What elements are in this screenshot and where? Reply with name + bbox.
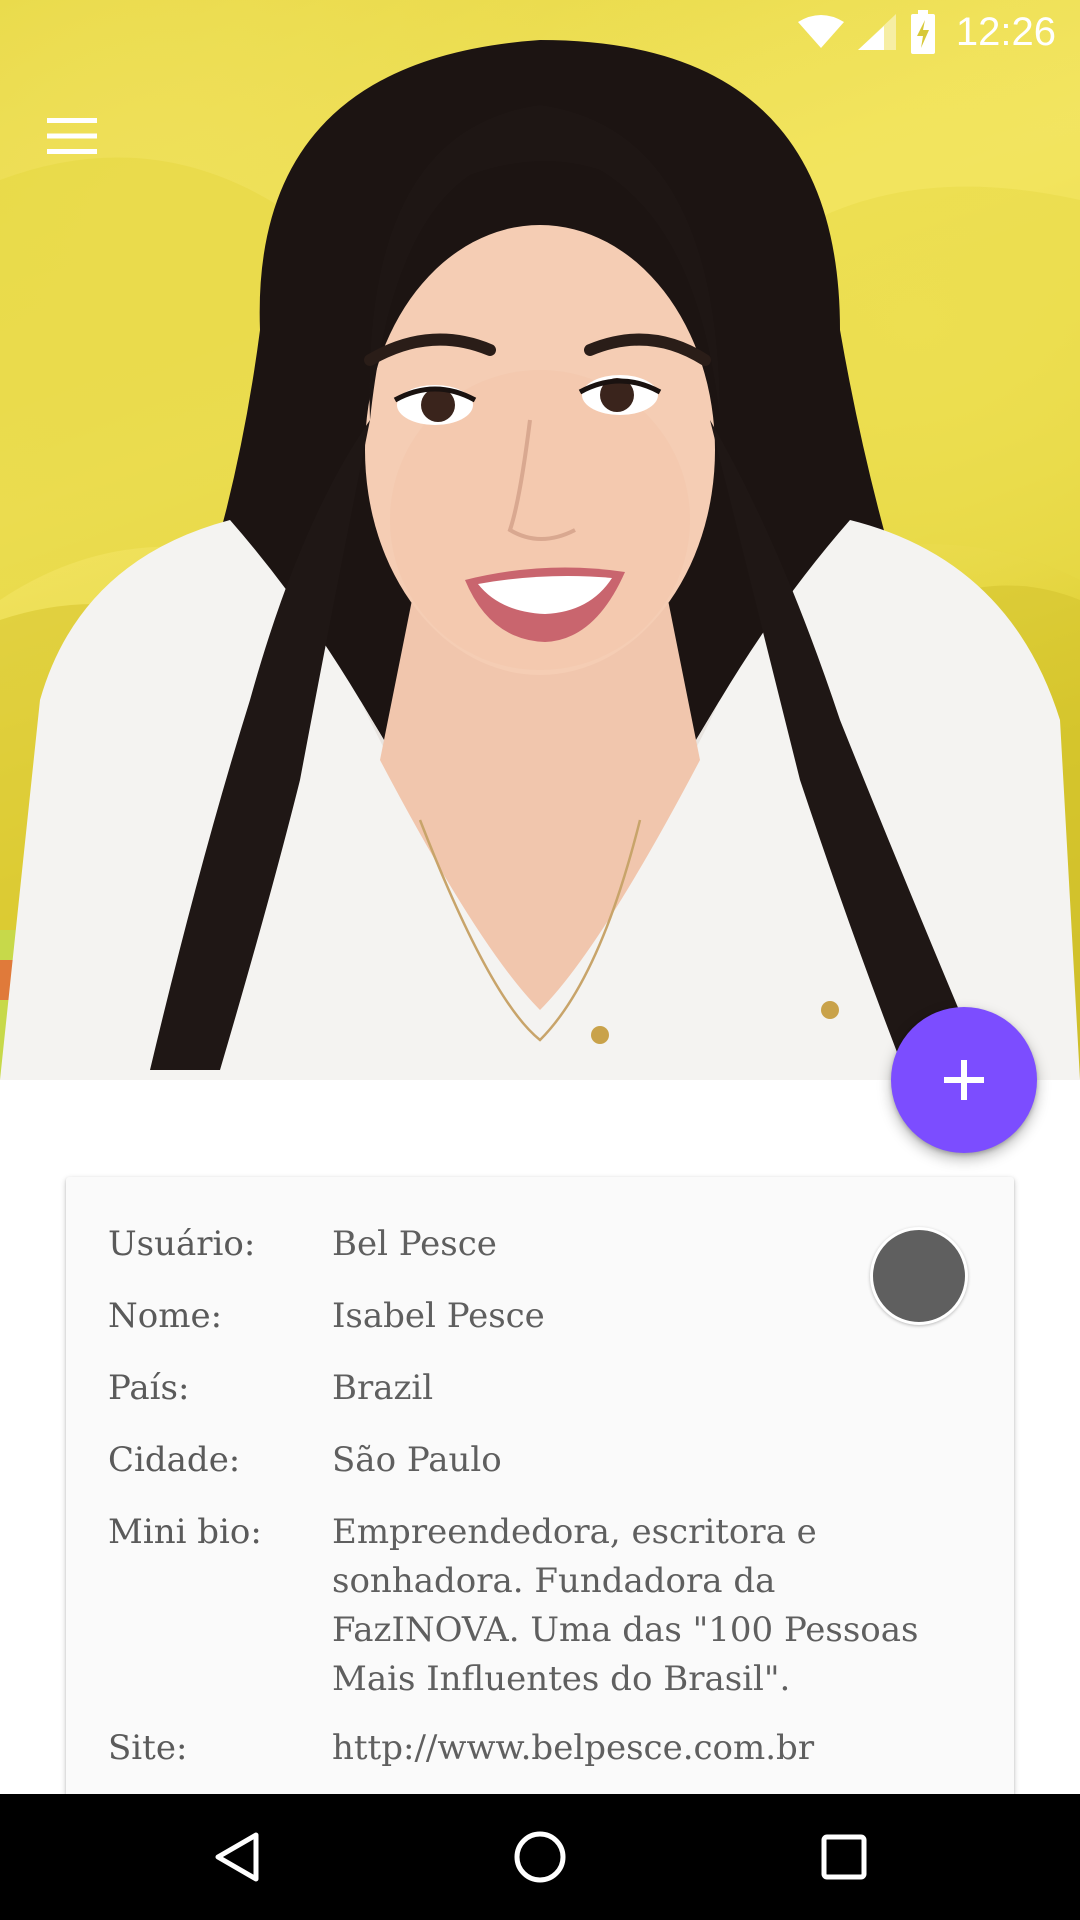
profile-cover-photo	[0, 0, 1080, 1080]
back-button[interactable]	[200, 1821, 272, 1893]
status-bar: 12:26	[0, 0, 1080, 63]
navigation-bar	[0, 1794, 1080, 1920]
field-row-pais: País: Brazil	[108, 1364, 972, 1413]
home-button[interactable]	[504, 1821, 576, 1893]
field-label: Usuário:	[108, 1224, 256, 1264]
field-label: Cidade:	[108, 1440, 241, 1480]
home-icon	[514, 1831, 566, 1883]
field-value-usuario: Bel Pesce	[332, 1224, 497, 1264]
wifi-icon	[797, 15, 844, 48]
field-label: Mini bio:	[108, 1512, 262, 1552]
field-value-pais: Brazil	[332, 1368, 434, 1408]
battery-charging-icon	[910, 10, 935, 54]
field-row-mini-bio: Mini bio: Empreendedora, escritora e son…	[108, 1508, 972, 1704]
field-row-site: Site: http://www.belpesce.com.br	[108, 1724, 972, 1773]
profile-card: Usuário: Bel Pesce Nome: Isabel Pesce Pa…	[66, 1177, 1014, 1797]
recents-icon	[821, 1834, 867, 1880]
field-row-usuario: Usuário: Bel Pesce	[108, 1220, 972, 1269]
field-value-mini-bio: Empreendedora, escritora e sonhadora. Fu…	[332, 1512, 919, 1699]
field-label: Site:	[108, 1728, 188, 1768]
back-icon	[215, 1832, 259, 1882]
recents-button[interactable]	[808, 1821, 880, 1893]
cell-signal-icon	[857, 14, 896, 50]
status-time: 12:26	[955, 9, 1056, 54]
portrait-illustration	[0, 40, 1080, 1080]
field-value-cidade: São Paulo	[332, 1440, 502, 1480]
add-fab-button[interactable]	[891, 1007, 1037, 1153]
plus-icon	[944, 1060, 984, 1100]
field-row-cidade: Cidade: São Paulo	[108, 1436, 972, 1485]
menu-button[interactable]	[36, 100, 108, 172]
field-label: Nome:	[108, 1296, 223, 1336]
site-link[interactable]: http://www.belpesce.com.br	[332, 1724, 972, 1773]
status-icons: 12:26	[797, 8, 1056, 56]
field-row-nome: Nome: Isabel Pesce	[108, 1292, 972, 1341]
field-label: País:	[108, 1368, 190, 1408]
hamburger-menu-icon	[47, 118, 97, 154]
field-value-nome: Isabel Pesce	[332, 1296, 545, 1336]
